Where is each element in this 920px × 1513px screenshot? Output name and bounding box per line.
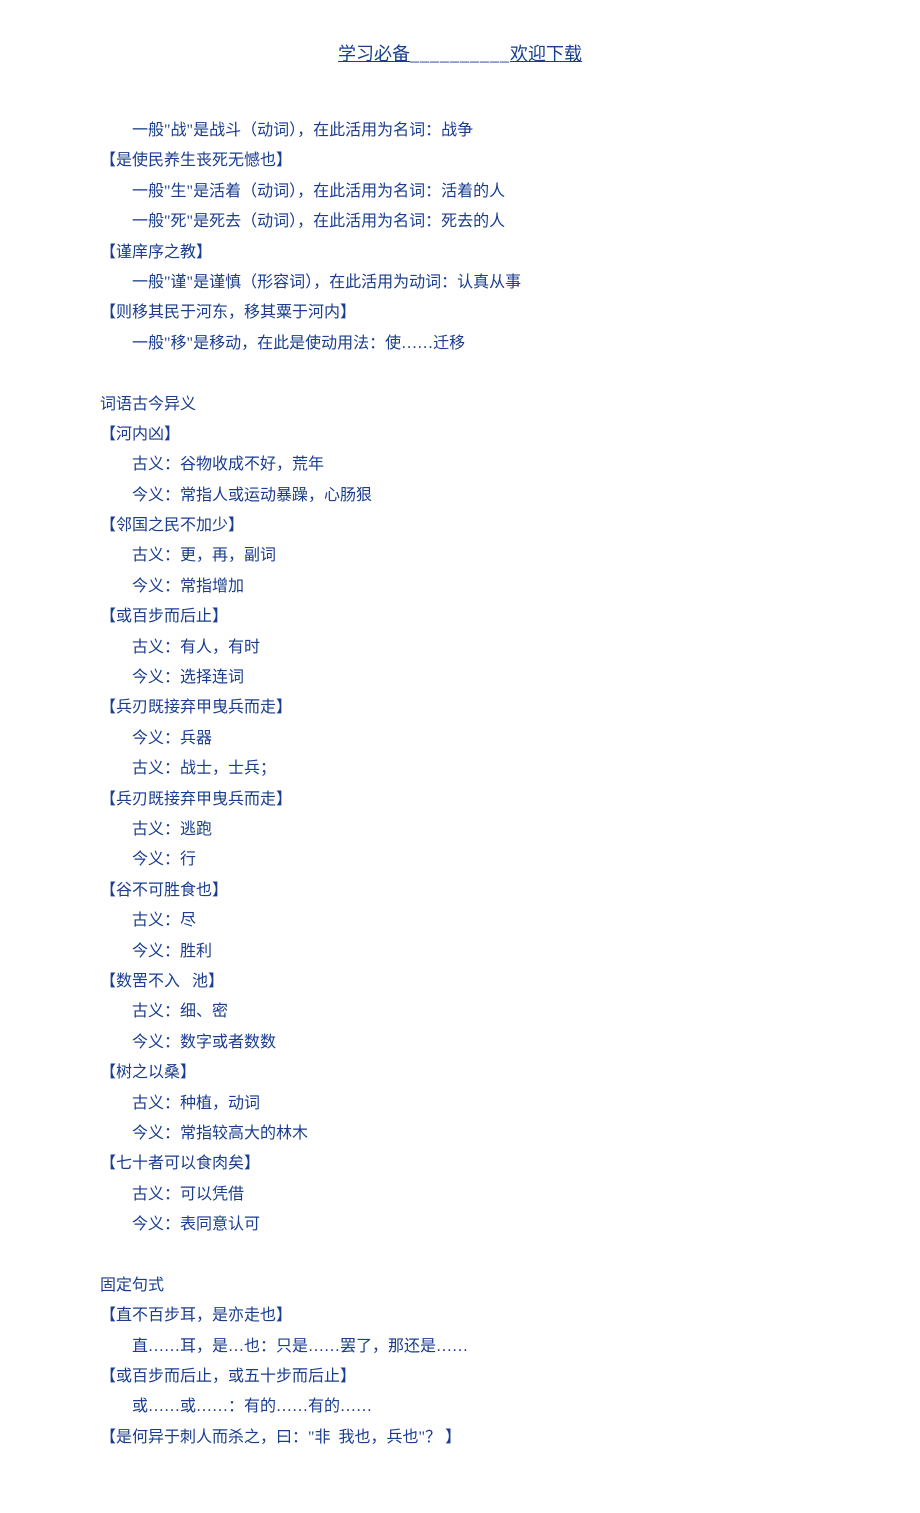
text-line: 【谨庠序之教】 [100, 238, 820, 268]
text-line: 一般"战"是战斗（动词），在此活用为名词：战争 [100, 116, 820, 146]
text-line: 一般"谨"是谨慎（形容词），在此活用为动词：认真从事 [100, 268, 820, 298]
block-3: 【直不百步耳，是亦走也】直……耳，是…也：只是……罢了，那还是……【或百步而后止… [100, 1301, 820, 1453]
text-line: 古义：逃跑 [100, 815, 820, 845]
text-line: 【兵刃既接弃甲曳兵而走】 [100, 693, 820, 723]
header-dashes: __________ [410, 44, 510, 64]
text-line: 今义：常指人或运动暴躁，心肠狠 [100, 481, 820, 511]
text-line: 【是使民养生丧死无憾也】 [100, 146, 820, 176]
text-line: 或……或……：有的……有的…… [100, 1392, 820, 1422]
section-gap [100, 359, 820, 389]
text-line: 一般"生"是活着（动词），在此活用为名词：活着的人 [100, 177, 820, 207]
text-line: 今义：数字或者数数 [100, 1028, 820, 1058]
text-line: 今义：表同意认可 [100, 1210, 820, 1240]
text-line: 今义：胜利 [100, 937, 820, 967]
text-line: 【或百步而后止，或五十步而后止】 [100, 1362, 820, 1392]
block-3-title: 固定句式 [100, 1271, 820, 1301]
text-line: 古义：细、密 [100, 997, 820, 1027]
text-line: 【谷不可胜食也】 [100, 876, 820, 906]
text-line: 今义：行 [100, 845, 820, 875]
text-line: 【兵刃既接弃甲曳兵而走】 [100, 785, 820, 815]
text-line: 古义：有人，有时 [100, 633, 820, 663]
block-2: 【河内凶】古义：谷物收成不好，荒年今义：常指人或运动暴躁，心肠狠【邻国之民不加少… [100, 420, 820, 1241]
document-page: 学习必备__________欢迎下载 一般"战"是战斗（动词），在此活用为名词：… [0, 0, 920, 1513]
text-line: 【邻国之民不加少】 [100, 511, 820, 541]
text-line: 一般"移"是移动，在此是使动用法：使……迁移 [100, 329, 820, 359]
page-header: 学习必备__________欢迎下载 [100, 40, 820, 66]
text-line: 一般"死"是死去（动词），在此活用为名词：死去的人 [100, 207, 820, 237]
text-line: 【七十者可以食肉矣】 [100, 1149, 820, 1179]
section-gap [100, 1240, 820, 1270]
text-line: 【则移其民于河东，移其粟于河内】 [100, 298, 820, 328]
text-line: 古义：谷物收成不好，荒年 [100, 450, 820, 480]
text-line: 直……耳，是…也：只是……罢了，那还是…… [100, 1332, 820, 1362]
text-line: 今义：兵器 [100, 724, 820, 754]
text-line: 【是何异于刺人而杀之，曰："非 我也，兵也"？ 】 [100, 1423, 820, 1453]
header-right: 欢迎下载 [510, 44, 582, 64]
text-line: 古义：更，再，副词 [100, 541, 820, 571]
text-line: 古义：尽 [100, 906, 820, 936]
text-line: 【或百步而后止】 [100, 602, 820, 632]
text-line: 今义：常指增加 [100, 572, 820, 602]
block-2-title: 词语古今异义 [100, 390, 820, 420]
text-line: 古义：战士，士兵； [100, 754, 820, 784]
text-line: 【树之以桑】 [100, 1058, 820, 1088]
header-left: 学习必备 [338, 44, 410, 64]
text-line: 古义：种植，动词 [100, 1089, 820, 1119]
block-1: 一般"战"是战斗（动词），在此活用为名词：战争【是使民养生丧死无憾也】一般"生"… [100, 116, 820, 359]
text-line: 古义：可以凭借 [100, 1180, 820, 1210]
text-line: 【河内凶】 [100, 420, 820, 450]
text-line: 【数罟不入 池】 [100, 967, 820, 997]
text-line: 今义：选择连词 [100, 663, 820, 693]
text-line: 【直不百步耳，是亦走也】 [100, 1301, 820, 1331]
text-line: 今义：常指较高大的林木 [100, 1119, 820, 1149]
